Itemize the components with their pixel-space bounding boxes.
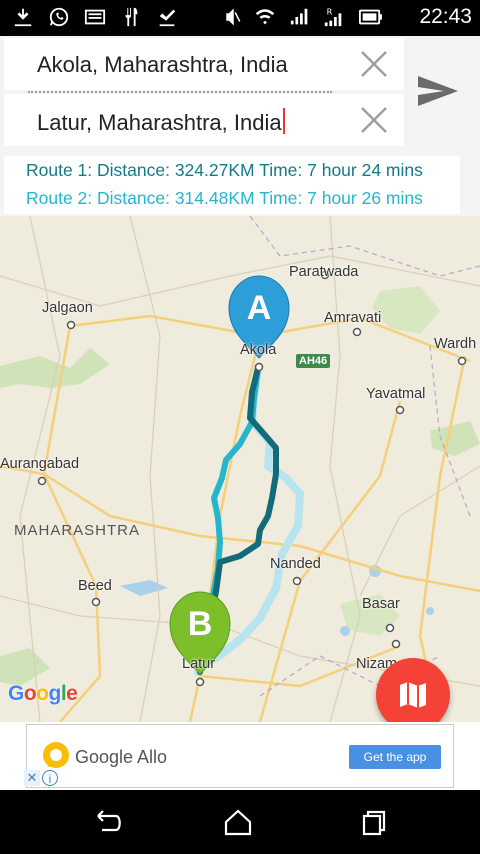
signal-icon [290,8,308,25]
place-akola: Akola [240,342,277,358]
place-amravati: Amravati [324,310,382,326]
place-beed: Beed [78,578,112,594]
route-option-1[interactable]: Route 1: Distance: 324.27KM Time: 7 hour… [26,160,423,181]
app-screen: Akola, Maharashtra, India Latur, Maharas… [0,36,480,790]
routes-list: Route 1: Distance: 324.27KM Time: 7 hour… [4,156,460,214]
state-label: MAHARASHTRA [14,522,141,539]
wifi-icon [255,9,275,25]
routes-panel: Route 1: Distance: 324.27KM Time: 7 hour… [0,154,480,216]
send-icon [418,76,458,106]
highway-shield: AH46 [296,354,331,368]
restaurant-icon [125,7,138,27]
place-nanded: Nanded [270,556,321,572]
home-icon [224,809,252,836]
place-basar: Basar [362,596,400,612]
google-logo: Google [8,682,78,706]
recents-button[interactable] [356,808,392,838]
clear-origin-button[interactable] [356,46,392,82]
text-cursor [282,108,285,134]
ad-info-icon[interactable]: i [42,770,58,786]
google-logo-letter: o [23,682,37,705]
place-jalgaon: Jalgaon [42,300,93,316]
home-button[interactable] [220,808,256,838]
origin-field[interactable]: Akola, Maharashtra, India [4,38,404,90]
ad-container[interactable]: Google Allo Get the app [26,724,454,788]
marker-b-label: B [188,605,213,643]
lake [340,626,350,636]
ad-banner: Google Allo Get the app ✕ i [0,722,480,790]
marker-a-label: A [247,289,272,327]
usb-debug-icon [14,8,32,27]
map-icon [400,682,426,708]
back-button[interactable] [90,808,126,838]
route-search-card: Akola, Maharashtra, India Latur, Maharas… [0,36,480,154]
roaming-signal-icon: R [324,6,342,27]
download-done-icon [159,9,176,27]
google-logo-letter: e [66,682,78,705]
ad-cta-button[interactable]: Get the app [349,745,441,769]
ad-close-icon[interactable]: ✕ [24,770,40,786]
place-latur: Latur [182,656,216,672]
ad-title[interactable]: Google Allo [75,747,167,768]
destination-text-wrap[interactable]: Latur, Maharashtra, India [37,108,285,136]
lake [426,607,434,615]
google-allo-icon [43,742,69,768]
close-icon [361,107,387,133]
status-bar: R 22:43 [0,0,480,36]
google-logo-letter: o [36,682,49,705]
map-type-button[interactable] [376,658,450,722]
place-wardha: Wardh [434,336,477,352]
destination-field[interactable]: Latur, Maharashtra, India [4,94,404,146]
clear-destination-button[interactable] [356,102,392,138]
place-yavatmal: Yavatmal [366,386,426,402]
whatsapp-icon [49,7,69,27]
recents-icon [362,810,386,836]
close-icon [361,51,387,77]
find-route-button[interactable] [412,70,462,112]
navigation-bar [0,790,480,854]
destination-text[interactable]: Latur, Maharashtra, India [37,110,282,135]
clock: 22:43 [419,5,472,28]
keyboard-icon [84,9,106,25]
route-option-2[interactable]: Route 2: Distance: 314.48KM Time: 7 hour… [26,188,423,209]
field-divider [28,91,332,93]
mute-icon [226,8,241,26]
map-view[interactable]: A B Paratwada Jalgaon Amravati Wardh Ako… [0,216,480,722]
origin-text[interactable]: Akola, Maharashtra, India [37,52,288,78]
battery-icon [359,9,382,25]
google-logo-letter: g [48,682,62,705]
svg-text:R: R [327,6,333,16]
google-logo-letter: G [8,682,24,705]
place-paratwada: Paratwada [289,264,359,280]
back-icon [97,810,121,832]
place-aurangabad: Aurangabad [0,456,80,472]
